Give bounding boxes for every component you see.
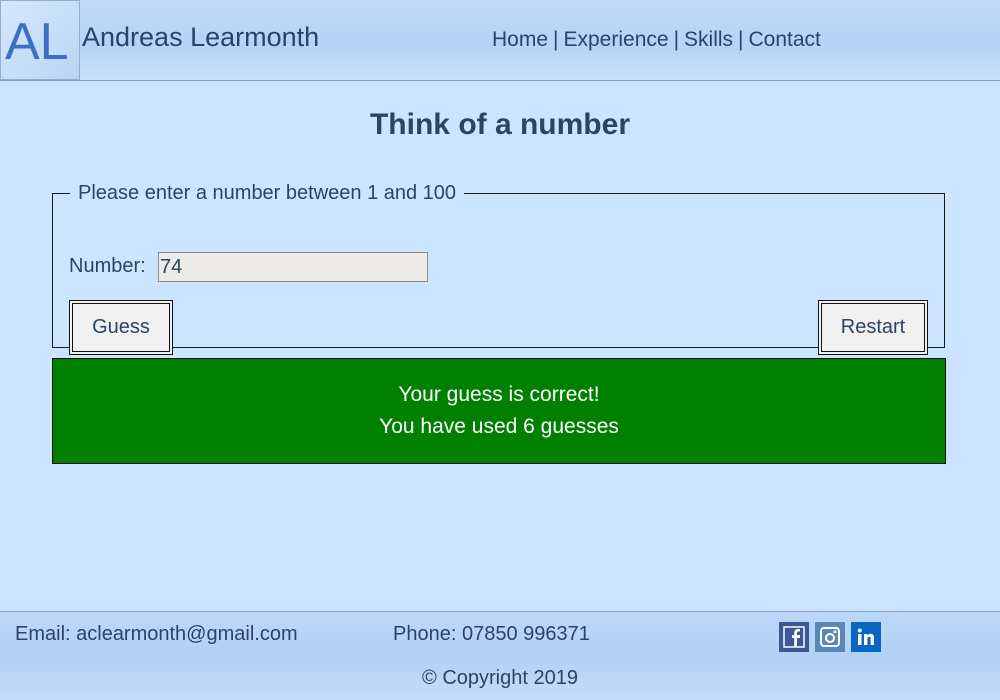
nav-contact-link[interactable]: Contact [749, 28, 821, 51]
guess-form: Please enter a number between 1 and 100 … [52, 182, 945, 355]
guess-button[interactable]: Guess [69, 300, 173, 355]
footer-phone: Phone: 07850 996371 [393, 623, 590, 645]
number-label: Number: [69, 255, 146, 277]
result-guess-count: You have used 6 guesses [379, 415, 619, 438]
site-name[interactable]: Andreas Learmonth [82, 22, 319, 53]
form-legend: Please enter a number between 1 and 100 [78, 182, 457, 204]
nav-home-link[interactable]: Home [492, 28, 548, 51]
result-message: Your guess is correct! You have used 6 g… [52, 358, 946, 464]
site-footer: Email: aclearmonth@gmail.com Phone: 0785… [0, 611, 1000, 700]
nav-separator: | [553, 28, 559, 51]
main-nav: Home | Experience | Skills | Contact [492, 28, 821, 52]
copyright-text: © Copyright 2019 [422, 667, 578, 689]
instagram-icon[interactable] [815, 622, 845, 652]
nav-skills-link[interactable]: Skills [684, 28, 733, 51]
page-title: Think of a number [369, 108, 630, 141]
nav-separator: | [673, 28, 680, 51]
number-input[interactable] [158, 252, 428, 282]
footer-email[interactable]: Email: aclearmonth@gmail.com [15, 623, 298, 646]
site-header: AL Andreas Learmonth Home | Experience | Ski… [0, 0, 1000, 81]
nav-experience-link[interactable]: Experience [564, 28, 669, 51]
result-status: Your guess is correct! [398, 383, 600, 406]
restart-button[interactable]: Restart [818, 300, 928, 355]
facebook-icon[interactable] [779, 622, 809, 652]
site-logo[interactable]: AL [0, 0, 80, 80]
nav-separator: | [738, 28, 744, 51]
svg-text:AL: AL [5, 13, 69, 71]
linkedin-icon[interactable] [851, 622, 881, 652]
